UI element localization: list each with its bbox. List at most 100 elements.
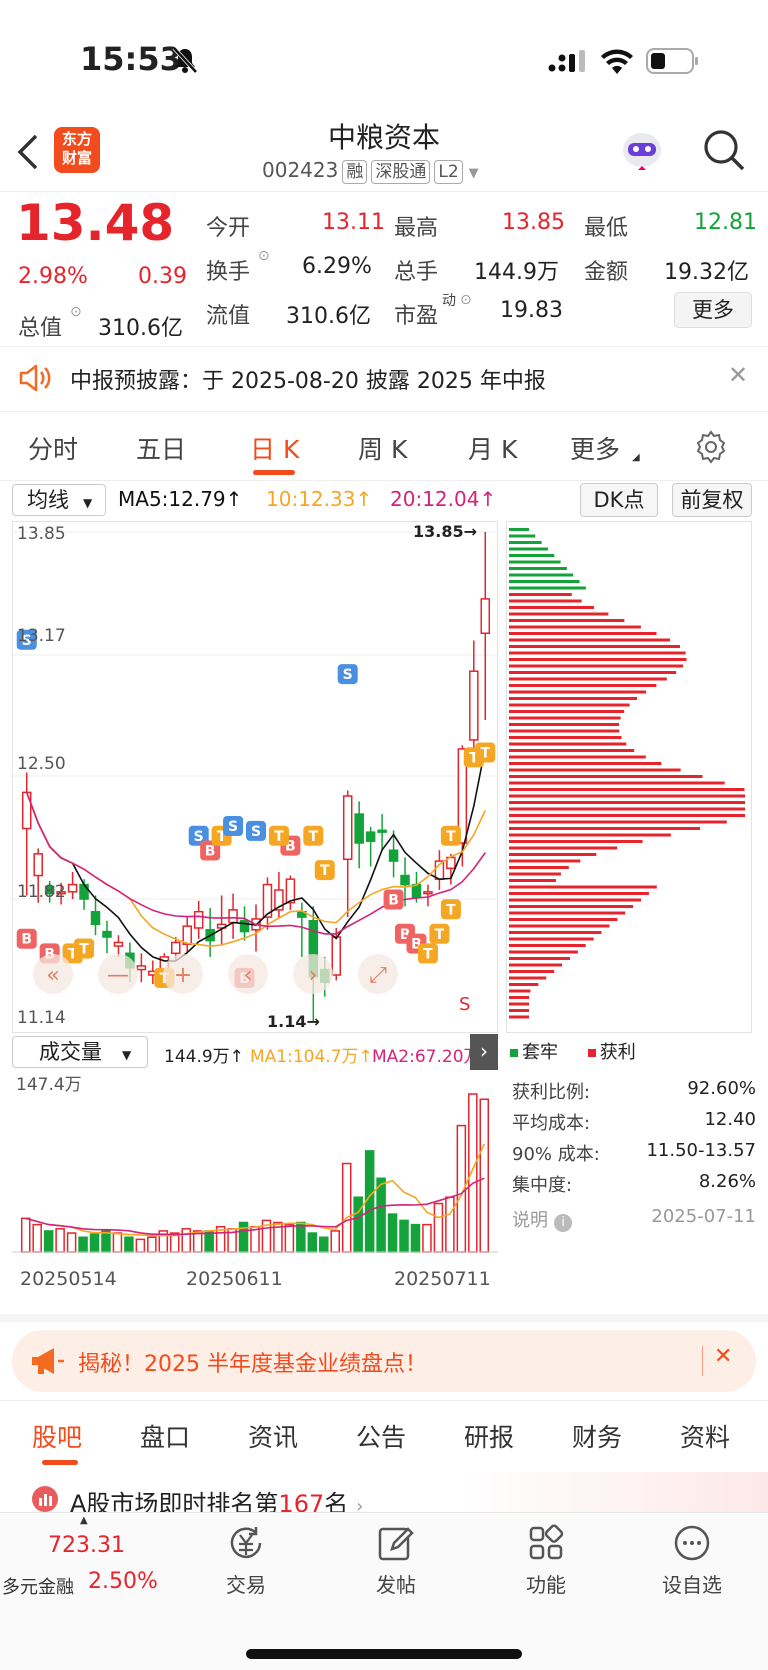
grid-functions-icon [529,1524,564,1560]
info-icon[interactable]: ⊙ [258,248,270,264]
tab-daily-k[interactable]: 日 K [250,430,299,466]
volume-bar [387,1213,398,1253]
dk-point-button[interactable]: DK点 [580,483,658,517]
candle-body [388,849,399,862]
chip-bar [509,976,547,980]
volume-bar [147,1236,157,1253]
legend-trapped: 套牢 [522,1042,558,1063]
kline-chart[interactable]: SBBTTSBTSSBTTSBBBTTTTTTTTB«—+‹›⤢S 13.85 … [12,521,498,1033]
rank-strip[interactable]: A股市场即时排名第167名 › [0,1472,768,1518]
chip-bar [509,534,536,538]
tab-announcements[interactable]: 公告 [356,1418,406,1454]
y-label-5: 11.14 [17,1008,66,1028]
tab-profile[interactable]: 资料 [680,1418,730,1454]
tag-level2: L2 [434,160,463,184]
date-label-1: 20250514 [20,1268,117,1290]
amount-label: 金额 [584,260,629,285]
info-icon[interactable]: i [554,1214,572,1232]
tab-forum[interactable]: 股吧 [32,1418,82,1454]
adjust-button[interactable]: 前复权 [672,483,752,517]
indicator-select[interactable]: 均线 ▼ [12,484,106,516]
chip-bar [509,632,657,635]
candle-body [33,853,43,877]
volume-chart[interactable]: 147.4万 20250514 20250611 20250711 [12,1070,498,1290]
tab-intraday[interactable]: 分时 [28,430,78,466]
volume-bar [78,1236,88,1253]
tab-news[interactable]: 资讯 [248,1418,298,1454]
info-icon[interactable]: ⊙ [460,292,472,308]
volume-value: 144.9万 [474,260,559,285]
vol-ma2-readout: MA2:67.20万 [372,1047,481,1067]
volume-bar [112,1232,123,1253]
volume-bar [284,1223,295,1253]
signal-icon [548,50,585,72]
candle-body [342,795,353,861]
ma20-readout: 20:12.04↑ [390,487,497,511]
robot-assistant-icon[interactable] [618,128,666,174]
volume-max-label: 147.4万 [16,1075,82,1095]
battery-icon [646,48,698,74]
volume-bar [376,1177,386,1253]
signal-chip-label: T [320,863,330,879]
expand-arrow-button[interactable]: › [470,1034,498,1070]
candle-body [239,919,250,933]
nav-post[interactable]: 发帖 [326,1523,466,1598]
promo-banner[interactable]: 揭秘！2025 半年度基金业绩盘点！ ✕ [12,1330,756,1392]
chip-bar [509,528,529,531]
candle-body [67,883,78,893]
close-icon[interactable]: ✕ [728,361,748,389]
chip-bar [509,606,594,609]
candle-body [193,910,204,929]
chip-bar [509,944,586,947]
pe-label: 市盈 [394,304,439,329]
turnover-label: 换手 [206,260,251,285]
volume-indicator-select[interactable]: 成交量 ▼ [12,1036,148,1068]
nav-trade[interactable]: 交易 [176,1523,316,1598]
candle-body [423,891,433,895]
tab-weekly-k[interactable]: 周 K [358,430,407,466]
date-label-3: 20250711 [394,1268,491,1290]
banner-close-icon[interactable]: ✕ [714,1344,732,1369]
kline-svg: SBBTTSBTSSBTTSBBBTTTTTTTTB«—+‹›⤢S [13,531,497,1022]
tab-five-day[interactable]: 五日 [136,430,186,466]
signal-chip-label: S [228,819,238,835]
candle-body [469,670,479,741]
tab-monthly-k[interactable]: 月 K [468,430,517,466]
min-marker: 1.14→ [267,1012,320,1031]
tab-research[interactable]: 研报 [464,1418,514,1454]
more-button[interactable]: 更多 [674,292,752,328]
tab-order-book[interactable]: 盘口 [140,1418,190,1454]
chip-bar [509,885,657,889]
chip-bar [509,970,555,973]
candle-body [365,831,376,842]
settings-gear-icon[interactable] [694,430,728,464]
tab-more[interactable]: 更多 [570,430,620,466]
concentration-value: 8.26% [698,1171,756,1192]
chip-bar [509,586,586,590]
info-icon[interactable]: ⊙ [70,304,82,320]
chip-bar [509,788,745,791]
signal-chip-label: T [274,829,284,845]
date-label-2: 20250611 [186,1268,283,1290]
volume-bar [66,1232,77,1253]
tab-financials[interactable]: 财务 [572,1418,622,1454]
caret-down-icon[interactable]: ▼ [469,166,479,181]
nav-functions[interactable]: 功能 [476,1523,616,1598]
nav-add-watchlist[interactable]: 设自选 [622,1523,762,1598]
volume-bar [89,1233,100,1253]
volume-bar [101,1230,111,1253]
wifi-icon [601,49,633,74]
candle-body [113,941,124,947]
notice-bar[interactable]: 中报预披露：于 2025-08-20 披露 2025 年中报 ✕ [0,347,768,411]
high-value: 13.85 [502,210,565,235]
high-label: 最高 [394,216,439,241]
search-icon[interactable] [702,128,746,172]
chip-bar [509,710,625,713]
chip-bar [509,619,625,622]
sector-pct: 2.50% [88,1569,158,1594]
volume-bar [296,1221,306,1253]
explain-link[interactable]: 说明 [512,1210,548,1231]
chip-bar [509,1009,529,1012]
y-label-2: 13.17 [17,626,66,646]
sector-index-value[interactable]: 723.31 [48,1533,125,1558]
